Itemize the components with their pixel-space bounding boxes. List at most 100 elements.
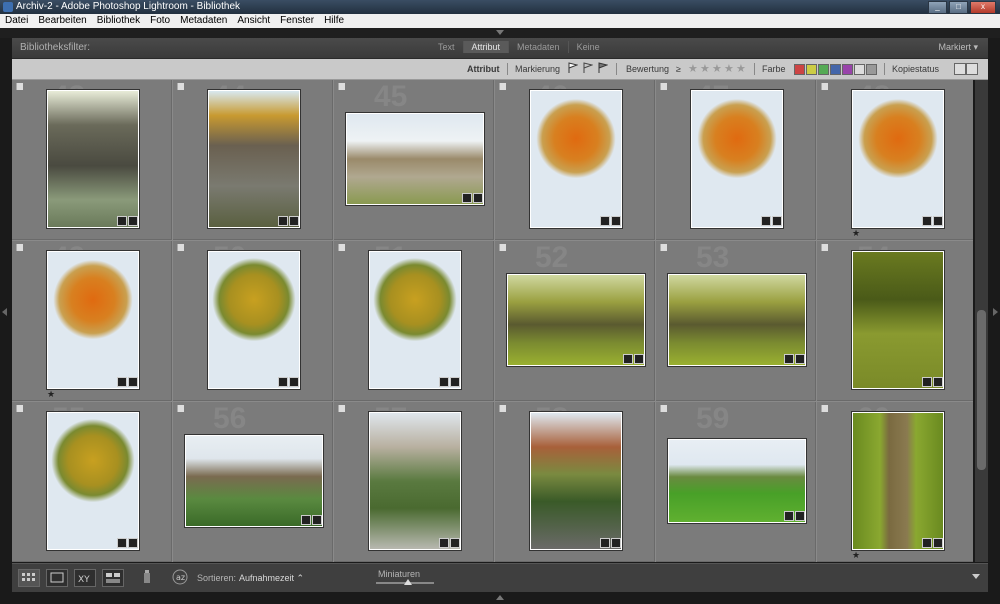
edit-badge-icon[interactable]: [922, 538, 932, 548]
edit-badge-icon[interactable]: [117, 216, 127, 226]
flag-icon[interactable]: [177, 405, 184, 412]
photo-thumbnail[interactable]: [208, 251, 300, 389]
photo-thumbnail[interactable]: [47, 412, 139, 550]
thumbnail-cell[interactable]: 48★: [817, 80, 973, 240]
slider-knob[interactable]: [404, 579, 412, 585]
tab-keine[interactable]: Keine: [569, 41, 608, 53]
thumbnail-cell[interactable]: 50: [173, 241, 333, 401]
edit-badge-icon[interactable]: [439, 377, 449, 387]
edit-badge-icon[interactable]: [922, 216, 932, 226]
flag-icon[interactable]: [499, 405, 506, 412]
edit-badge-icon[interactable]: [600, 538, 610, 548]
top-panel-toggle[interactable]: [0, 28, 1000, 38]
edit-badge-icon[interactable]: [117, 538, 127, 548]
flag-rejected-icon[interactable]: [598, 62, 608, 74]
flag-icon[interactable]: [821, 405, 828, 412]
photo-thumbnail[interactable]: [852, 90, 944, 228]
color-label-blue[interactable]: [830, 64, 841, 75]
flag-picked-icon[interactable]: [568, 62, 578, 74]
flag-icon[interactable]: [16, 405, 23, 412]
copy-virtual-icon[interactable]: [966, 63, 978, 75]
edit-badge-icon[interactable]: [784, 511, 794, 521]
flag-icon[interactable]: [499, 244, 506, 251]
thumbnail-cell[interactable]: 49★: [12, 241, 172, 401]
menu-fenster[interactable]: Fenster: [275, 14, 319, 28]
flag-icon[interactable]: [16, 83, 23, 90]
thumbnail-cell[interactable]: 45: [334, 80, 494, 240]
color-label-yellow[interactable]: [806, 64, 817, 75]
thumbnail-cell[interactable]: 47: [656, 80, 816, 240]
photo-thumbnail[interactable]: [668, 274, 806, 366]
flag-icon[interactable]: [16, 244, 23, 251]
flag-icon[interactable]: [660, 83, 667, 90]
crop-badge-icon[interactable]: [473, 193, 483, 203]
edit-badge-icon[interactable]: [761, 216, 771, 226]
crop-badge-icon[interactable]: [772, 216, 782, 226]
rating-star-icon[interactable]: ★: [736, 62, 746, 75]
thumbnail-cell[interactable]: 57: [334, 402, 494, 562]
filmstrip-toggle[interactable]: [0, 592, 1000, 604]
survey-view-button[interactable]: [102, 569, 124, 587]
edit-badge-icon[interactable]: [117, 377, 127, 387]
right-panel-toggle[interactable]: [993, 308, 998, 316]
flag-icon[interactable]: [821, 244, 828, 251]
filter-preset-dropdown[interactable]: Markiert ▾: [938, 42, 978, 53]
crop-badge-icon[interactable]: [634, 354, 644, 364]
rating-star-icon[interactable]: ★: [700, 62, 710, 75]
crop-badge-icon[interactable]: [128, 538, 138, 548]
crop-badge-icon[interactable]: [450, 538, 460, 548]
tab-metadaten[interactable]: Metadaten: [509, 41, 569, 53]
photo-thumbnail[interactable]: [691, 90, 783, 228]
crop-badge-icon[interactable]: [289, 216, 299, 226]
thumbnail-cell[interactable]: 55: [12, 402, 172, 562]
flag-icon[interactable]: [660, 244, 667, 251]
edit-badge-icon[interactable]: [600, 216, 610, 226]
edit-badge-icon[interactable]: [462, 193, 472, 203]
menu-hilfe[interactable]: Hilfe: [319, 14, 349, 28]
photo-thumbnail[interactable]: [185, 435, 323, 527]
flag-icon[interactable]: [177, 244, 184, 251]
photo-thumbnail[interactable]: [852, 412, 944, 550]
menu-ansicht[interactable]: Ansicht: [232, 14, 275, 28]
color-label-green[interactable]: [818, 64, 829, 75]
scrollbar-thumb[interactable]: [977, 310, 986, 470]
grid-view-button[interactable]: [18, 569, 40, 587]
crop-badge-icon[interactable]: [450, 377, 460, 387]
crop-badge-icon[interactable]: [289, 377, 299, 387]
menu-datei[interactable]: Datei: [0, 14, 33, 28]
crop-badge-icon[interactable]: [128, 377, 138, 387]
crop-badge-icon[interactable]: [312, 515, 322, 525]
sort-direction-button[interactable]: az: [170, 569, 190, 585]
crop-badge-icon[interactable]: [933, 216, 943, 226]
copy-master-icon[interactable]: [954, 63, 966, 75]
flag-icon[interactable]: [821, 83, 828, 90]
thumbnail-cell[interactable]: 46: [495, 80, 655, 240]
thumbnail-cell[interactable]: 60★: [817, 402, 973, 562]
thumbnail-cell[interactable]: 58: [495, 402, 655, 562]
edit-badge-icon[interactable]: [784, 354, 794, 364]
thumbnail-cell[interactable]: 43: [12, 80, 172, 240]
menu-metadaten[interactable]: Metadaten: [175, 14, 232, 28]
thumbnail-cell[interactable]: 53: [656, 241, 816, 401]
flag-icon[interactable]: [338, 83, 345, 90]
thumbnail-cell[interactable]: 56: [173, 402, 333, 562]
flag-icon[interactable]: [338, 244, 345, 251]
crop-badge-icon[interactable]: [795, 511, 805, 521]
flag-icon[interactable]: [660, 405, 667, 412]
photo-thumbnail[interactable]: [852, 251, 944, 389]
color-label-custom[interactable]: [854, 64, 865, 75]
grid-scrollbar[interactable]: [975, 80, 988, 562]
left-panel-toggle[interactable]: [2, 308, 7, 316]
rating-star-icon[interactable]: ★: [688, 62, 698, 75]
rating-operator[interactable]: ≥: [676, 64, 681, 74]
compare-view-button[interactable]: XY: [74, 569, 96, 587]
photo-thumbnail[interactable]: [369, 251, 461, 389]
tab-text[interactable]: Text: [430, 41, 464, 53]
photo-thumbnail[interactable]: [346, 113, 484, 205]
flag-unflagged-icon[interactable]: [583, 62, 593, 74]
maximize-button[interactable]: □: [949, 1, 968, 14]
color-label-none[interactable]: [866, 64, 877, 75]
photo-thumbnail[interactable]: [530, 90, 622, 228]
thumbnail-cell[interactable]: 59: [656, 402, 816, 562]
photo-thumbnail[interactable]: [47, 90, 139, 228]
